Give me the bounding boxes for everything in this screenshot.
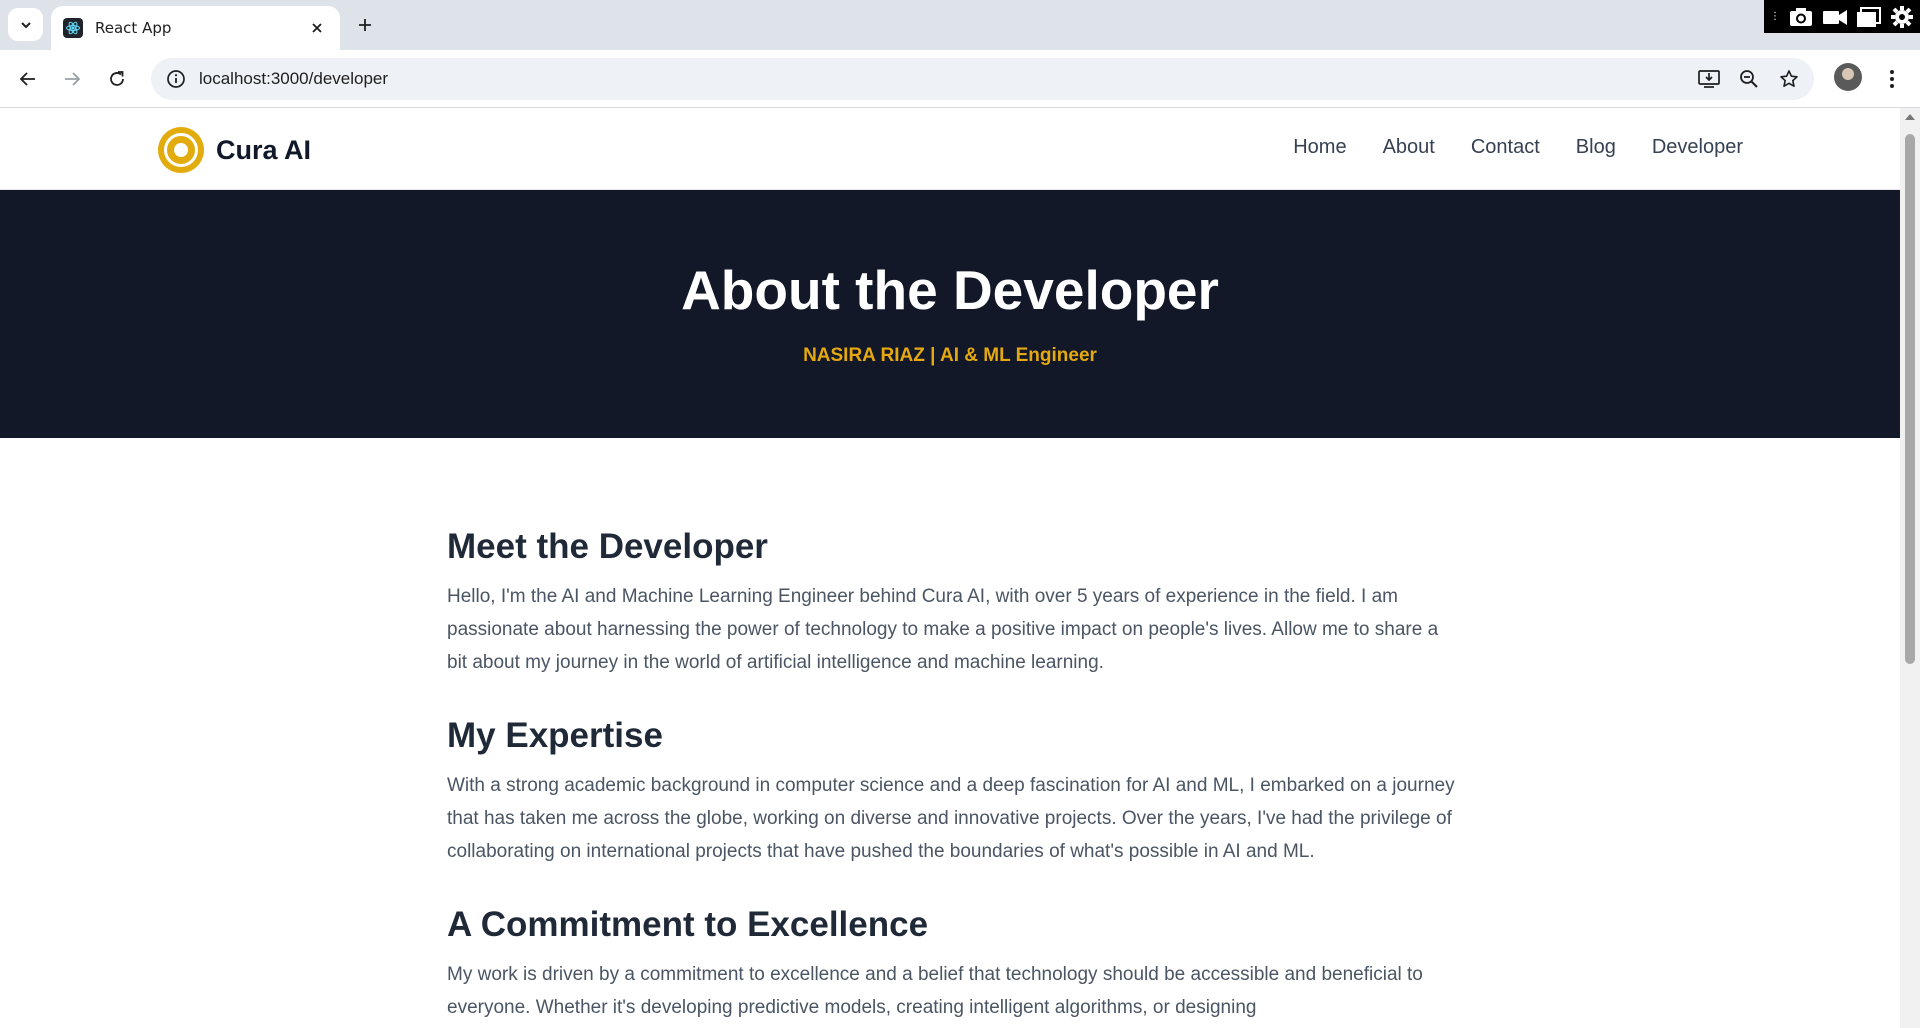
camera-icon[interactable]: [1788, 6, 1814, 28]
main-nav: Home About Contact Blog Developer: [1293, 136, 1743, 159]
section-body-commitment: My work is driven by a commitment to exc…: [447, 964, 1423, 1018]
hero-subtitle: NASIRA RIAZ | AI & ML Engineer: [803, 345, 1097, 366]
video-icon[interactable]: [1822, 6, 1848, 28]
tab-search-button[interactable]: [8, 8, 43, 41]
gear-icon[interactable]: [1890, 5, 1914, 29]
section-heading-commitment: A Commitment to Excellence: [447, 905, 929, 944]
more-vertical-icon: [1890, 70, 1894, 88]
back-button[interactable]: [12, 63, 44, 95]
browser-tabstrip: React App ⋮: [0, 0, 1920, 50]
close-icon: [312, 23, 322, 33]
site-header: Cura AI Home About Contact Blog Develope…: [0, 108, 1900, 190]
section-body-expertise: With a strong academic background in com…: [447, 775, 1455, 862]
arrow-left-icon: [19, 72, 35, 86]
nav-blog[interactable]: Blog: [1576, 136, 1616, 159]
scroll-up-arrow-icon[interactable]: [1905, 114, 1915, 120]
arrow-right-icon: [65, 72, 81, 86]
react-icon: [63, 18, 83, 38]
browser-toolbar: localhost:3000/developer: [0, 50, 1920, 108]
profile-avatar[interactable]: [1834, 63, 1862, 91]
zoom-out-icon[interactable]: [1736, 66, 1762, 92]
section-body-meet: Hello, I'm the AI and Machine Learning E…: [447, 586, 1439, 673]
scroll-thumb[interactable]: [1905, 134, 1915, 664]
install-app-icon[interactable]: [1696, 66, 1722, 92]
forward-button[interactable]: [56, 63, 88, 95]
reload-icon: [110, 71, 124, 86]
hero-banner: About the Developer NASIRA RIAZ | AI & M…: [0, 190, 1900, 438]
main-content: Meet the Developer Hello, I'm the AI and…: [447, 526, 1457, 1028]
brand[interactable]: Cura AI: [158, 127, 311, 173]
address-bar[interactable]: localhost:3000/developer: [151, 58, 1814, 100]
more-dots-icon[interactable]: ⋮: [1770, 11, 1780, 22]
logo-icon: [158, 127, 204, 173]
browser-tab[interactable]: React App: [51, 6, 340, 50]
browser-menu-button[interactable]: [1878, 63, 1906, 95]
window-icon[interactable]: [1856, 6, 1882, 28]
reload-button[interactable]: [101, 63, 133, 95]
nav-about[interactable]: About: [1383, 136, 1435, 159]
tab-close-button[interactable]: [306, 17, 328, 39]
nav-home[interactable]: Home: [1293, 136, 1346, 159]
bookmark-star-icon[interactable]: [1776, 66, 1802, 92]
extension-bar: ⋮: [1764, 0, 1920, 33]
nav-contact[interactable]: Contact: [1471, 136, 1540, 159]
site-info-icon[interactable]: [165, 68, 187, 90]
section-heading-meet: Meet the Developer: [447, 527, 768, 566]
tab-title: React App: [95, 19, 172, 37]
new-tab-button[interactable]: [352, 12, 378, 38]
url-text: localhost:3000/developer: [199, 69, 389, 88]
section-heading-expertise: My Expertise: [447, 716, 663, 755]
page-title: About the Developer: [681, 259, 1219, 321]
plus-icon: [359, 19, 371, 31]
nav-developer[interactable]: Developer: [1652, 136, 1743, 159]
page-viewport: Cura AI Home About Contact Blog Develope…: [0, 108, 1920, 1028]
chevron-down-icon: [20, 21, 31, 28]
brand-name: Cura AI: [216, 134, 312, 165]
page-scrollbar[interactable]: [1900, 108, 1920, 1028]
